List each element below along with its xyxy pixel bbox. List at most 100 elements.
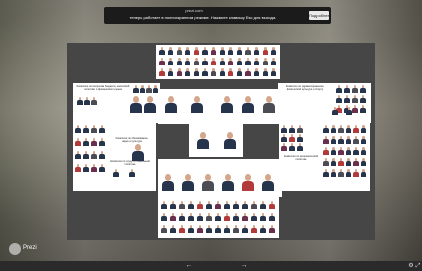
portrait-thumbnail <box>206 201 212 209</box>
portrait-thumbnail <box>219 47 225 55</box>
portrait-thumbnail <box>99 138 105 146</box>
portrait-thumbnail <box>215 201 221 209</box>
portrait-thumbnail <box>99 125 105 133</box>
portrait-thumbnail <box>271 47 277 55</box>
portrait-thumbnail <box>242 225 248 233</box>
portrait-thumbnail <box>338 136 344 144</box>
portrait-thumbnail <box>330 158 337 166</box>
portrait-thumbnail <box>77 97 83 105</box>
portrait-thumbnail <box>289 134 295 142</box>
portrait-thumbnail <box>181 173 195 191</box>
portrait-thumbnail <box>353 147 359 155</box>
portrait-thumbnail <box>202 47 208 55</box>
portrait-thumbnail <box>251 201 257 209</box>
portrait-thumbnail <box>161 173 175 191</box>
portrait-thumbnail <box>167 47 174 55</box>
portrait-thumbnail <box>360 85 366 93</box>
portrait-thumbnail <box>245 57 251 66</box>
portrait-thumbnail <box>202 68 208 76</box>
portrait-thumbnail <box>281 125 287 133</box>
portrait-thumbnail <box>188 225 194 233</box>
portrait-thumbnail <box>352 95 358 103</box>
portrait-thumbnail <box>146 85 152 93</box>
portrait-thumbnail <box>201 173 215 191</box>
portrait-thumbnail <box>185 57 191 66</box>
portrait-thumbnail <box>99 151 105 159</box>
portrait-thumbnail <box>91 164 97 172</box>
panel-bottom-portraits <box>158 159 282 197</box>
portrait-thumbnail <box>210 68 217 76</box>
portrait-thumbnail <box>323 169 329 177</box>
portrait-thumbnail <box>159 47 165 55</box>
portrait-thumbnail <box>330 169 337 177</box>
portrait-thumbnail <box>215 225 221 233</box>
portrait-thumbnail <box>262 68 268 76</box>
portrait-thumbnail <box>206 213 212 221</box>
portrait-thumbnail <box>159 68 165 76</box>
portrait-thumbnail <box>360 125 367 133</box>
portrait-thumbnail <box>210 57 217 66</box>
portrait-thumbnail <box>323 136 329 144</box>
portrait-thumbnail <box>176 68 182 76</box>
portrait-thumbnail <box>84 97 90 105</box>
portrait-thumbnail <box>289 143 295 151</box>
portrait-thumbnail <box>202 57 208 66</box>
portrait-thumbnail <box>338 125 344 133</box>
portrait-thumbnail <box>260 201 266 209</box>
portrait-thumbnail <box>338 158 344 166</box>
portrait-thumbnail <box>190 95 204 113</box>
portrait-thumbnail <box>245 47 251 55</box>
portrait-thumbnail <box>269 201 275 209</box>
previous-arrow-icon[interactable]: ← <box>183 261 195 271</box>
portrait-thumbnail <box>224 213 230 221</box>
portrait-thumbnail <box>188 213 194 221</box>
portrait-thumbnail <box>262 47 268 55</box>
fullscreen-icon[interactable]: ⤢ <box>414 261 422 271</box>
portrait-thumbnail <box>236 68 242 76</box>
portrait-thumbnail <box>281 143 287 151</box>
presentation-canvas[interactable]: Комиссия по вопросам бюджета, налоговой … <box>67 43 375 240</box>
portrait-thumbnail <box>253 68 260 76</box>
portrait-thumbnail <box>289 125 295 133</box>
portrait-thumbnail <box>360 136 367 144</box>
portrait-thumbnail <box>253 57 260 66</box>
portrait-thumbnail <box>297 125 303 133</box>
portrait-thumbnail <box>113 169 119 177</box>
portrait-thumbnail <box>297 134 303 142</box>
portrait-thumbnail <box>245 68 251 76</box>
portrait-thumbnail <box>167 68 174 76</box>
notification-site: prezi.com <box>185 8 203 13</box>
portrait-thumbnail <box>228 47 234 55</box>
portrait-thumbnail <box>271 57 277 66</box>
panel-top <box>156 45 280 79</box>
portrait-thumbnail <box>360 169 367 177</box>
portrait-thumbnail <box>167 57 174 66</box>
prezi-label[interactable]: Prezi <box>23 245 37 251</box>
prezi-logo-icon[interactable] <box>9 243 21 255</box>
portrait-thumbnail <box>271 68 277 76</box>
portrait-thumbnail <box>161 213 167 221</box>
portrait-thumbnail <box>330 147 337 155</box>
portrait-thumbnail <box>262 95 276 113</box>
portrait-thumbnail <box>236 57 242 66</box>
portrait-thumbnail <box>353 158 359 166</box>
portrait-thumbnail <box>330 125 337 133</box>
next-arrow-icon[interactable]: → <box>238 261 250 271</box>
portrait-thumbnail <box>133 85 139 93</box>
portrait-thumbnail <box>129 95 143 113</box>
portrait-thumbnail <box>75 125 81 133</box>
panel-center-right <box>216 89 282 124</box>
panel-right-lower: Комиссия по экономической политике <box>279 123 370 191</box>
portrait-thumbnail <box>261 173 275 191</box>
portrait-thumbnail <box>242 213 248 221</box>
portrait-thumbnail <box>336 85 342 93</box>
portrait-thumbnail <box>75 151 81 159</box>
portrait-thumbnail <box>262 57 268 66</box>
portrait-thumbnail <box>353 136 359 144</box>
portrait-thumbnail <box>233 225 239 233</box>
portrait-thumbnail <box>91 125 97 133</box>
portrait-thumbnail <box>83 164 89 172</box>
portrait-thumbnail <box>220 95 234 113</box>
portrait-thumbnail <box>197 213 203 221</box>
notification-exit-button[interactable]: Подробнее <box>309 11 330 20</box>
